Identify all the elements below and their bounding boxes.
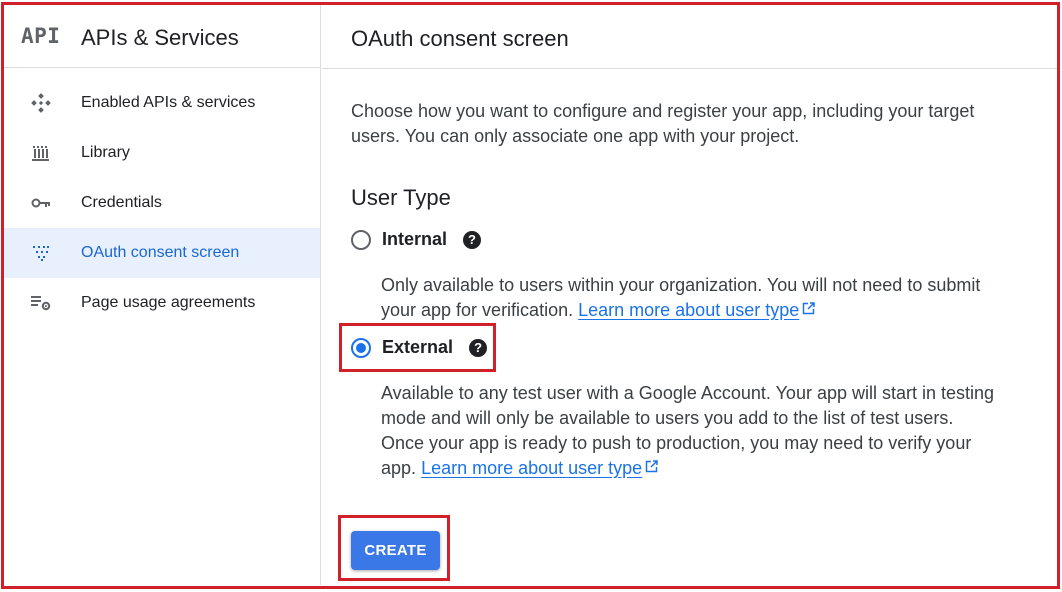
main-header: OAuth consent screen xyxy=(322,5,1057,69)
sidebar-item-label: OAuth consent screen xyxy=(81,244,240,261)
sidebar: API APIs & Services Enabled APIs & servi… xyxy=(4,5,321,585)
sidebar-item-label: Credentials xyxy=(81,194,162,211)
learn-more-link-text: Learn more about user type xyxy=(578,300,800,320)
sidebar-item-enabled-apis[interactable]: Enabled APIs & services xyxy=(4,78,320,128)
sidebar-item-label: Library xyxy=(81,144,130,161)
sidebar-item-label: Page usage agreements xyxy=(81,294,256,311)
diamond-dots-icon xyxy=(30,92,52,114)
external-description: Available to any test user with a Google… xyxy=(381,381,1001,481)
user-type-external-option[interactable]: External ? xyxy=(351,337,488,358)
sidebar-header: API APIs & Services xyxy=(4,5,320,68)
help-icon[interactable]: ? xyxy=(463,230,482,249)
learn-more-link[interactable]: Learn more about user type xyxy=(421,458,658,478)
external-link-icon xyxy=(645,460,658,473)
external-label[interactable]: External xyxy=(382,337,453,358)
sidebar-item-oauth-consent[interactable]: OAuth consent screen xyxy=(4,228,320,278)
learn-more-link[interactable]: Learn more about user type xyxy=(578,300,815,320)
sidebar-item-page-usage[interactable]: Page usage agreements xyxy=(4,278,320,328)
internal-radio[interactable] xyxy=(351,229,371,250)
learn-more-link-text: Learn more about user type xyxy=(421,458,643,478)
sidebar-nav: Enabled APIs & services Library Credenti… xyxy=(4,78,320,328)
create-button[interactable]: CREATE xyxy=(351,531,440,570)
intro-text: Choose how you want to configure and reg… xyxy=(351,101,975,146)
external-link-icon xyxy=(803,302,815,315)
library-icon xyxy=(30,142,52,164)
app-title[interactable]: APIs & Services xyxy=(81,25,239,51)
key-icon xyxy=(30,192,52,214)
sidebar-item-credentials[interactable]: Credentials xyxy=(4,178,320,228)
user-type-heading: User Type xyxy=(351,185,451,210)
consent-dots-icon xyxy=(30,242,52,264)
user-type-internal-option[interactable]: Internal ? xyxy=(351,229,482,250)
internal-label[interactable]: Internal xyxy=(382,229,447,250)
page-title: OAuth consent screen xyxy=(351,26,569,51)
api-logo: API xyxy=(21,24,61,48)
internal-description: Only available to users within your orga… xyxy=(381,273,1001,323)
help-icon[interactable]: ? xyxy=(469,338,488,357)
settings-list-icon xyxy=(30,292,52,314)
sidebar-item-library[interactable]: Library xyxy=(4,128,320,178)
sidebar-item-label: Enabled APIs & services xyxy=(81,94,256,111)
external-radio[interactable] xyxy=(351,337,371,358)
